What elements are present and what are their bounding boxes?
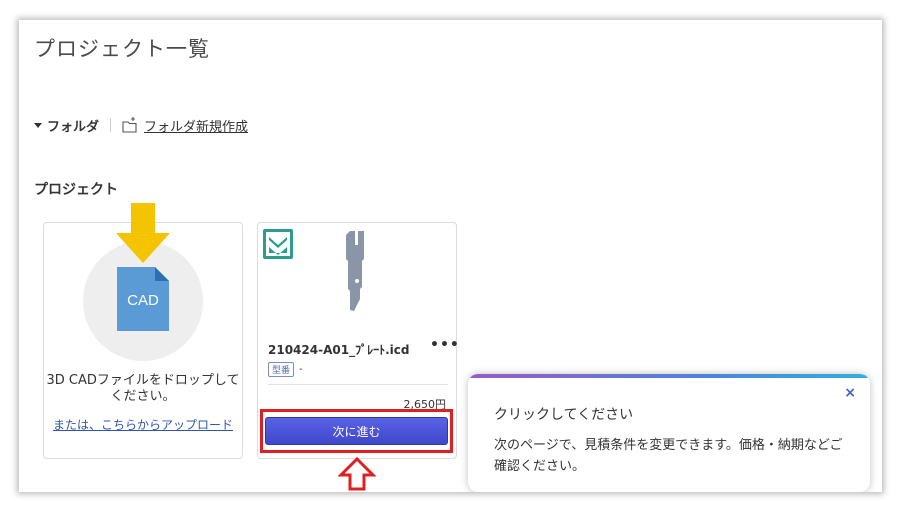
divider xyxy=(268,384,448,385)
type-tag: 型番 xyxy=(268,362,295,377)
popover-body: 次のページで、見積条件を変更できます。価格・納期などご確認ください。 xyxy=(494,438,843,474)
upload-link[interactable]: または、こちらからアップロード xyxy=(44,416,242,433)
folder-plus-icon xyxy=(122,117,137,133)
close-icon[interactable]: × xyxy=(844,385,856,401)
caret-down-icon xyxy=(34,123,42,128)
new-folder-label: フォルダ新規作成 xyxy=(144,119,249,135)
new-folder-link[interactable]: フォルダ新規作成 xyxy=(122,116,248,135)
cad-file-label: CAD xyxy=(127,292,159,309)
project-name[interactable]: 210424-A01_ﾌﾟﾚｰﾄ.icd xyxy=(268,341,409,358)
type-value: - xyxy=(299,364,303,375)
popover-accent-bar xyxy=(468,374,870,378)
page-title: プロジェクト一覧 xyxy=(34,37,210,61)
part-thumbnail xyxy=(346,231,364,311)
divider xyxy=(110,118,112,132)
guide-popover: × クリックしてください 次のページで、見積条件を変更できます。価格・納期などご… xyxy=(468,374,870,492)
projects-section-title: プロジェクト xyxy=(34,182,118,198)
next-button[interactable]: 次に進む xyxy=(265,417,448,445)
type-row: 型番 - xyxy=(268,362,303,377)
project-list-page: プロジェクト一覧 フォルダ フォルダ新規作成 プロジェクト CAD 3D CAD… xyxy=(19,20,882,492)
download-badge-icon xyxy=(263,229,293,259)
drop-instruction: 3D CADファイルをドロップしてください。 xyxy=(46,373,240,404)
cad-drop-zone[interactable]: CAD 3D CADファイルをドロップしてください。 または、こちらからアップロ… xyxy=(43,203,243,459)
more-options-icon[interactable]: ••• xyxy=(430,337,460,353)
arrow-up-icon xyxy=(338,457,376,491)
folder-toggle[interactable]: フォルダ xyxy=(34,116,99,135)
arrow-down-icon xyxy=(116,203,170,263)
popover-title: クリックしてください xyxy=(494,407,634,423)
folder-toolbar: フォルダ フォルダ新規作成 xyxy=(34,116,248,135)
folder-toggle-label: フォルダ xyxy=(47,119,100,135)
